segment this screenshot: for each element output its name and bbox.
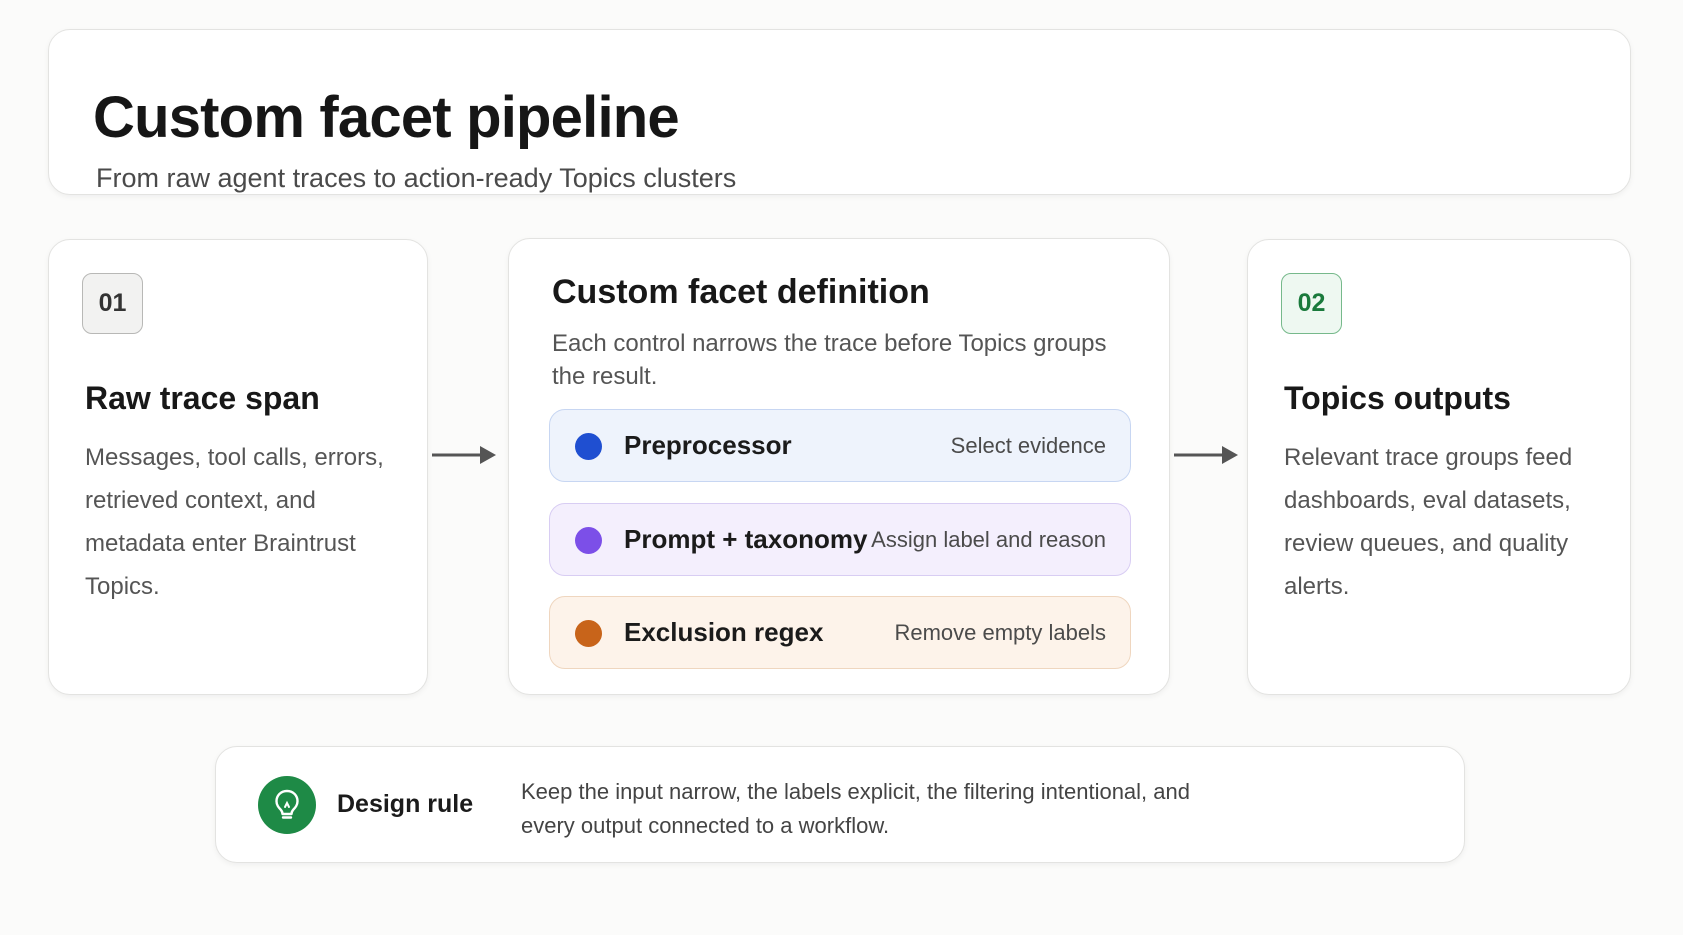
preprocessor-dot-icon	[575, 433, 602, 460]
topics-outputs-title: Topics outputs	[1284, 380, 1511, 416]
design-rule-text: Keep the input narrow, the labels explic…	[521, 779, 1190, 838]
control-exclusion-regex: Exclusion regex Remove empty labels	[549, 596, 1131, 669]
topics-outputs-card: 02 Topics outputs Relevant trace groups …	[1247, 239, 1631, 695]
control-name: Exclusion regex	[624, 617, 824, 647]
pipeline-diagram: Custom facet pipeline From raw agent tra…	[0, 0, 1683, 935]
step-badge-02: 02	[1281, 273, 1342, 334]
arrow-right-icon	[432, 446, 496, 464]
exclusion-dot-icon	[575, 620, 602, 647]
control-prompt-taxonomy: Prompt + taxonomy Assign label and reaso…	[549, 503, 1131, 576]
step-badge-01: 01	[82, 273, 143, 334]
prompt-dot-icon	[575, 527, 602, 554]
custom-facet-definition-card: Custom facet definition Each control nar…	[508, 238, 1170, 695]
lightbulb-icon	[258, 776, 316, 834]
page-subtitle: From raw agent traces to action-ready To…	[96, 163, 737, 193]
control-desc: Remove empty labels	[894, 620, 1106, 645]
topics-outputs-body: Relevant trace groups feed dashboards, e…	[1284, 444, 1573, 600]
raw-trace-title: Raw trace span	[85, 380, 320, 416]
raw-trace-body: Messages, tool calls, errors, retrieved …	[85, 444, 384, 600]
control-preprocessor: Preprocessor Select evidence	[549, 409, 1131, 482]
design-rule-card: Design rule Keep the input narrow, the l…	[215, 746, 1465, 863]
facet-definition-description: Each control narrows the trace before To…	[552, 330, 1107, 390]
facet-definition-title: Custom facet definition	[552, 273, 930, 311]
control-desc: Select evidence	[950, 433, 1106, 458]
design-rule-label: Design rule	[337, 790, 474, 818]
page-title: Custom facet pipeline	[93, 85, 680, 150]
control-name: Prompt + taxonomy	[624, 524, 868, 554]
arrow-right-icon	[1174, 446, 1238, 464]
header-card: Custom facet pipeline From raw agent tra…	[48, 29, 1631, 195]
control-desc: Assign label and reason	[871, 527, 1106, 552]
raw-trace-card: 01 Raw trace span Messages, tool calls, …	[48, 239, 428, 695]
control-name: Preprocessor	[624, 430, 792, 460]
